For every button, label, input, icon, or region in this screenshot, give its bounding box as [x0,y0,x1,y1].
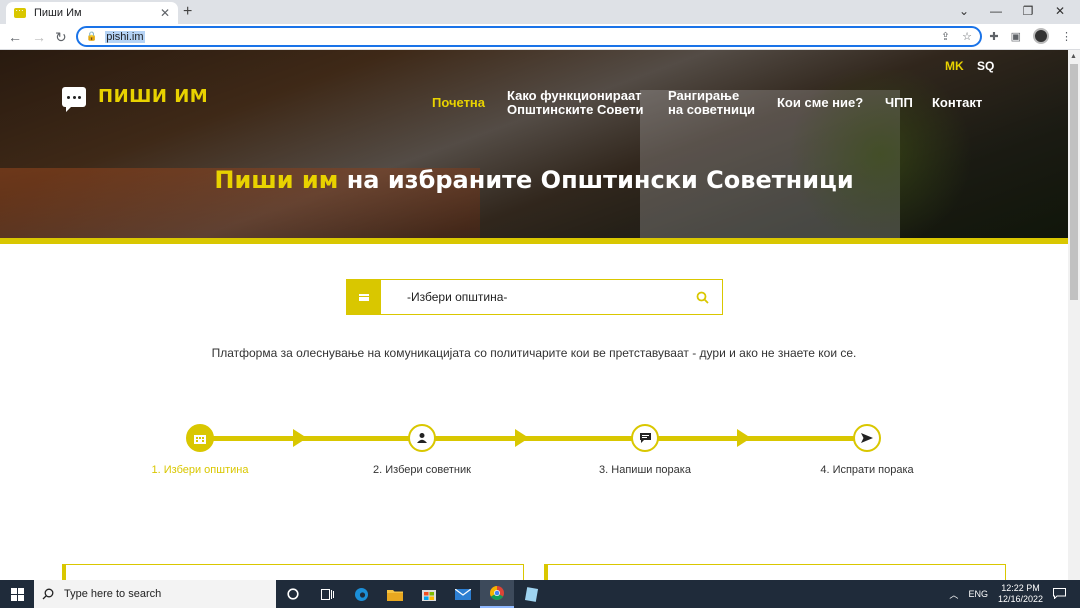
lang-mk[interactable]: MK [945,59,964,73]
chrome-browser-icon[interactable] [480,580,514,608]
notifications-icon[interactable] [1053,587,1066,601]
taskbar-search-icon [42,588,54,600]
file-explorer-icon[interactable] [378,580,412,608]
step-1-label: 1. Избери општина [151,464,249,476]
lock-icon: 🔒 [86,31,98,41]
web-page: ПИШИ ИМ MK SQ Почетна Како функционираат… [0,50,1068,580]
step-3-label: 3. Напиши порака [599,464,691,476]
tab-close-icon[interactable]: ✕ [160,6,170,20]
content-card-right [544,564,1006,580]
minimize-button[interactable]: — [980,2,1012,20]
nav-label-line2: на советници [668,102,755,117]
site-logo[interactable]: ПИШИ ИМ [62,86,209,112]
step-3-message-icon [631,424,659,452]
taskbar-search-box[interactable]: Type here to search [34,580,276,608]
bookmark-star-icon[interactable]: ☆ [962,30,972,43]
new-tab-button[interactable]: + [183,3,192,21]
hero-title-highlight: Пиши им [214,166,339,194]
reload-icon[interactable]: ↻ [55,27,67,47]
municipality-select-value[interactable]: -Избери општина- [381,280,682,314]
site-favicon-icon [14,3,26,18]
scroll-up-icon[interactable]: ▲ [1070,53,1077,60]
url-text[interactable]: pishi.im [105,30,145,43]
side-panel-icon[interactable]: ▣ [1011,30,1021,43]
step-arrow-icon [293,429,307,447]
task-view-icon[interactable] [310,580,344,608]
nav-how-councils-work[interactable]: Како функционираат Општинските Совети [507,89,644,117]
step-arrow-icon [737,429,751,447]
page-scrollbar[interactable]: ▲ [1068,50,1080,580]
extensions-puzzle-icon[interactable]: ✚ [989,30,998,43]
address-bar[interactable]: 🔒 pishi.im ⇪ ☆ [76,26,982,47]
municipality-select[interactable]: -Избери општина- [346,279,723,315]
nav-contact-label: Контакт [932,95,983,110]
nav-contact[interactable]: Контакт [932,96,982,110]
hero-title-rest: на избраните Општински Советници [338,166,854,194]
tagline: Платформа за олеснување на комуникацијат… [211,346,857,360]
browser-menu-icon[interactable]: ⋮ [1061,30,1072,43]
nav-about-label: Кои сме ние? [777,95,864,110]
forward-arrow-icon[interactable]: → [32,27,46,47]
input-language[interactable]: ENG [968,589,988,599]
hero-accent-bar [0,238,1068,244]
browser-tab[interactable]: Пиши Им ✕ [6,2,178,24]
hero-banner: ПИШИ ИМ MK SQ Почетна Како функционираат… [0,50,1068,238]
clock-date: 12/16/2022 [997,594,1043,604]
nav-label-line2: Општинските Совети [507,102,644,117]
profile-avatar[interactable] [1033,28,1049,44]
nav-faq[interactable]: ЧПП [885,96,913,110]
nav-about-us[interactable]: Кои сме ние? [777,96,863,110]
tab-search-icon[interactable]: ⌄ [948,2,980,20]
search-icon[interactable] [682,280,722,314]
restore-button[interactable]: ❐ [1012,2,1044,20]
chat-bubble-icon [62,86,86,112]
step-2-label: 2. Избери советник [373,464,471,476]
content-card-left [62,564,524,580]
nav-faq-label: ЧПП [885,95,913,110]
close-window-button[interactable]: ✕ [1044,2,1076,20]
browser-toolbar: ← → ↻ 🔒 pishi.im ⇪ ☆ ✚ ▣ ⋮ [0,24,1080,50]
lang-sq[interactable]: SQ [977,59,994,73]
tray-chevron-up-icon[interactable]: ︿ [949,588,958,601]
back-arrow-icon[interactable]: ← [8,27,22,47]
menu-icon[interactable] [347,280,381,314]
edge-browser-icon[interactable] [344,580,378,608]
nav-label-line1: Рангирање [668,88,740,103]
nav-councillor-ranking[interactable]: Рангирање на советници [668,89,755,117]
nav-label-line1: Како функционираат [507,88,642,103]
taskbar-search-placeholder: Type here to search [64,588,162,600]
nav-home[interactable]: Почетна [432,96,485,110]
taskbar-clock[interactable]: 12:22 PM 12/16/2022 [998,583,1043,605]
mail-icon[interactable] [446,580,480,608]
cortana-circle-icon[interactable] [276,580,310,608]
windows-start-icon[interactable] [0,580,34,608]
nav-home-label: Почетна [432,95,486,110]
share-icon[interactable]: ⇪ [941,30,950,43]
system-tray: ︿ ENG 12:22 PM 12/16/2022 [949,580,1080,608]
step-4-send-icon [853,424,881,452]
logo-text: ПИШИ ИМ [98,86,209,107]
windows-taskbar: Type here to search ︿ ENG 12:22 PM 12/16… [0,580,1080,608]
tab-title: Пиши Им [34,7,82,19]
step-arrow-icon [515,429,529,447]
microsoft-store-icon[interactable] [412,580,446,608]
clock-time: 12:22 PM [1001,583,1040,593]
step-4-label: 4. Испрати порака [820,464,914,476]
step-1-building-icon [186,424,214,452]
step-2-person-icon [408,424,436,452]
browser-tabbar: Пиши Им ✕ + ⌄ — ❐ ✕ [0,0,1080,24]
scrollbar-thumb[interactable] [1070,64,1078,300]
notepad-app-icon[interactable] [514,580,548,608]
hero-title: Пиши им на избраните Општински Советници [0,166,1068,194]
